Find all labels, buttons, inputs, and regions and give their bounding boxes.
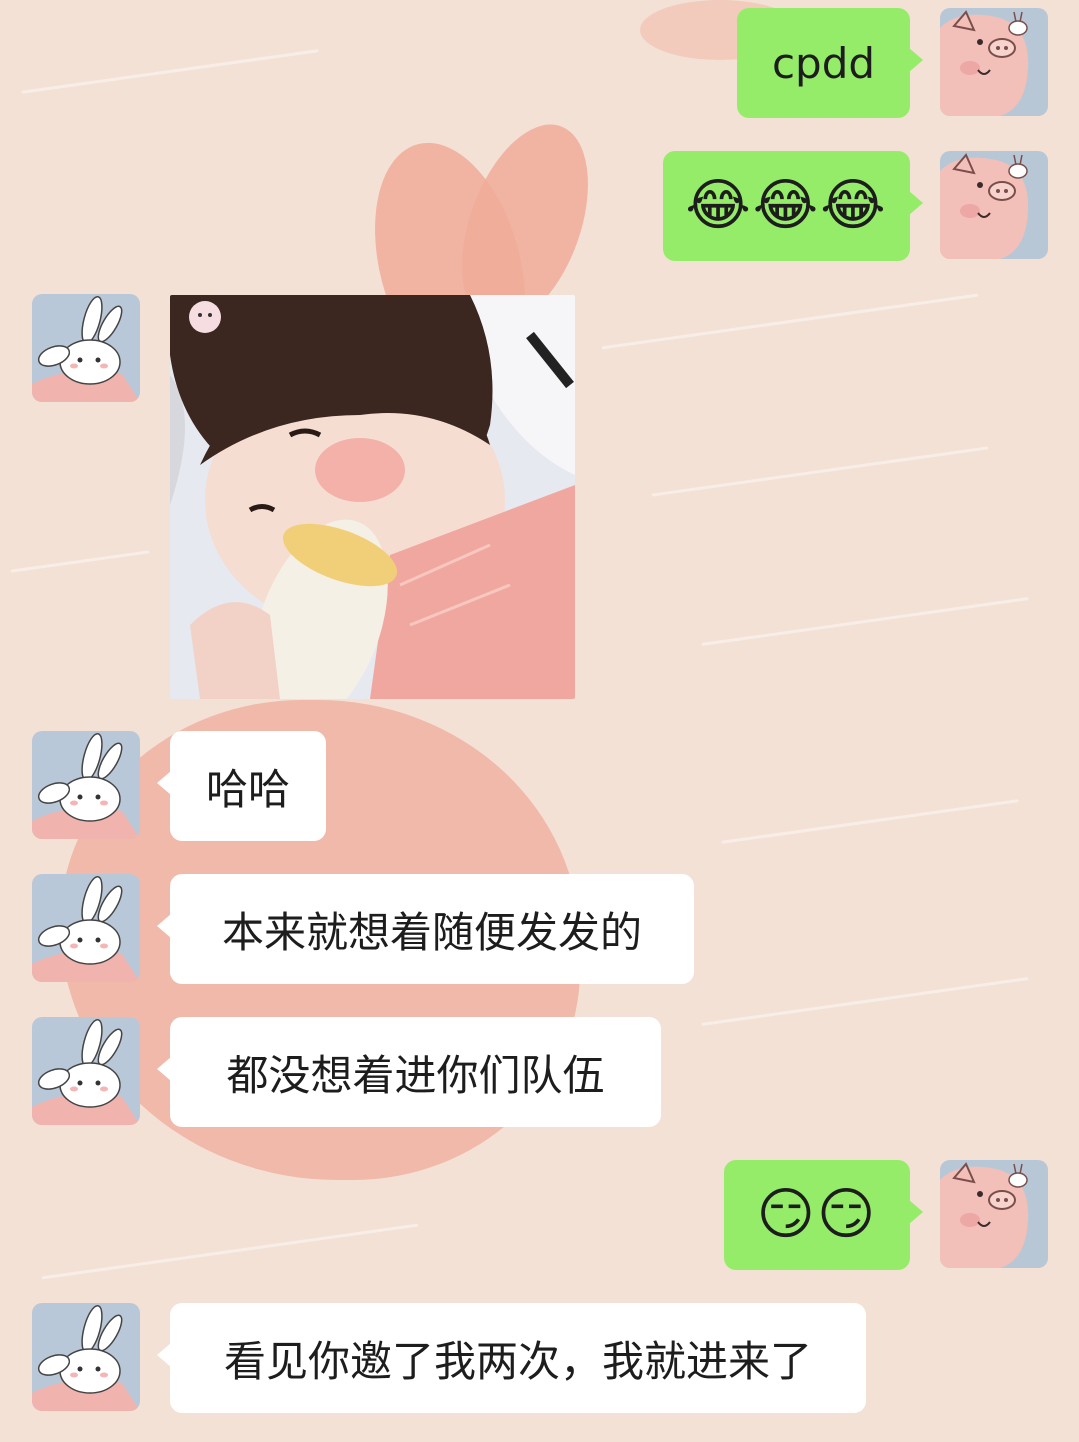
bunny-avatar[interactable]: [32, 874, 140, 982]
bunny-avatar[interactable]: [32, 1017, 140, 1125]
message-text: 看见你邀了我两次，我就进来了: [223, 1336, 812, 1386]
bunny-avatar[interactable]: [32, 1303, 140, 1411]
received-message-bubble[interactable]: 哈哈: [170, 731, 326, 841]
sent-message-bubble[interactable]: 😏😏: [724, 1160, 910, 1270]
emoji-message: 😏😏: [756, 1182, 878, 1247]
baby-drinking-bottle-sticker: [170, 295, 575, 699]
received-message-bubble[interactable]: 本来就想着随便发发的: [170, 874, 694, 984]
pig-avatar[interactable]: [940, 1160, 1048, 1268]
bunny-avatar[interactable]: [32, 294, 140, 402]
chat-wallpaper: [0, 0, 1079, 1442]
message-text: 本来就想着随便发发的: [221, 907, 642, 957]
bunny-avatar[interactable]: [32, 731, 140, 839]
bubble-tail: [157, 771, 171, 795]
message-text: cpdd: [771, 38, 876, 88]
bubble-tail: [157, 1057, 171, 1081]
pig-avatar[interactable]: [940, 151, 1048, 259]
sent-message-bubble[interactable]: 😂😂😂: [663, 151, 910, 261]
pig-avatar[interactable]: [940, 8, 1048, 116]
bubble-tail: [157, 1343, 171, 1367]
image-message[interactable]: [170, 295, 575, 699]
bubble-tail: [909, 191, 923, 215]
message-text: 都没想着进你们队伍: [226, 1050, 605, 1100]
message-text: 哈哈: [205, 764, 290, 814]
emoji-message: 😂😂😂: [685, 173, 888, 238]
bubble-tail: [909, 48, 923, 72]
received-message-bubble[interactable]: 都没想着进你们队伍: [170, 1017, 661, 1127]
sent-message-bubble[interactable]: cpdd: [737, 8, 910, 118]
bubble-tail: [157, 914, 171, 938]
bubble-tail: [909, 1200, 923, 1224]
received-message-bubble[interactable]: 看见你邀了我两次，我就进来了: [170, 1303, 866, 1413]
